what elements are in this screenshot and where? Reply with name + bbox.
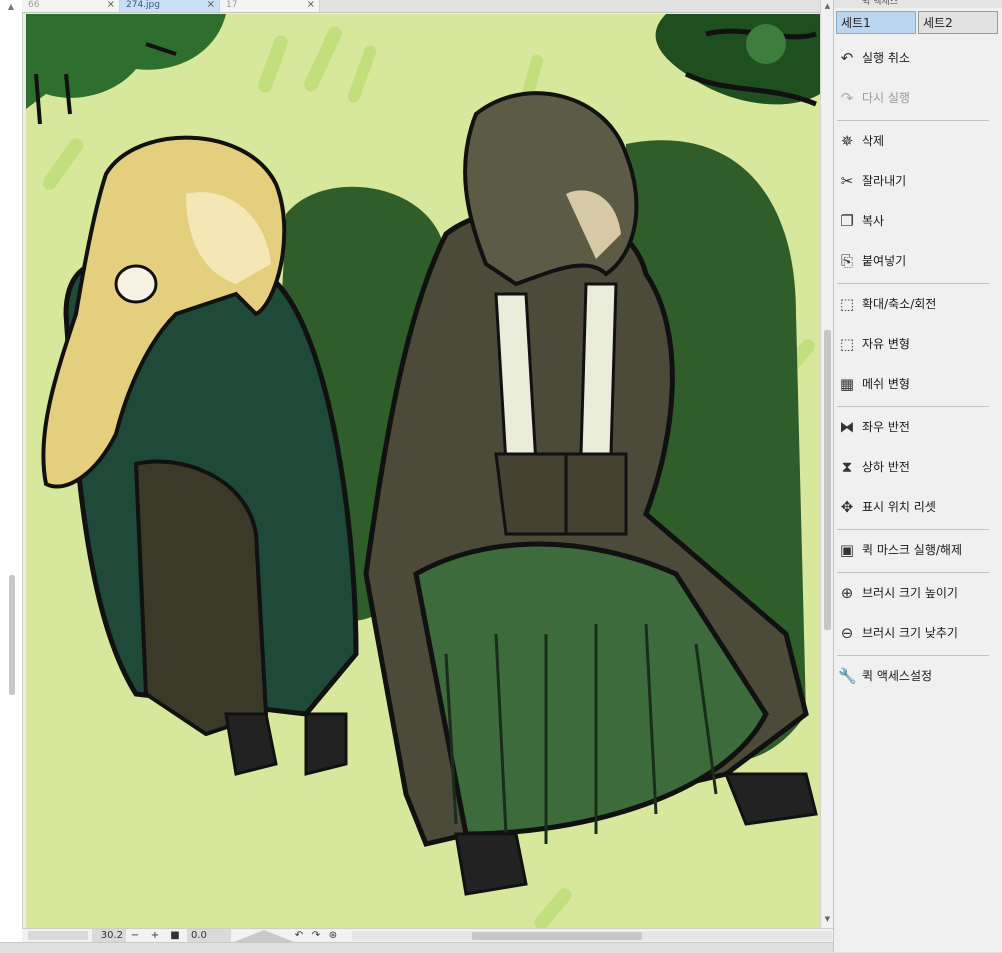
- undo-button[interactable]: ↶ 실행 취소: [834, 44, 1002, 72]
- redo-button[interactable]: ↷ 다시 실행: [834, 84, 1002, 112]
- flip-vertical-label: 상하 반전: [862, 460, 910, 474]
- copy-label: 복사: [862, 214, 885, 228]
- panel-title: 퀵 액세스: [834, 0, 1002, 8]
- canvas-vertical-scrollbar[interactable]: ▲ ▼: [820, 0, 834, 928]
- separator: [837, 529, 989, 530]
- brush-size-up-label: 브러시 크기 높이기: [862, 586, 958, 600]
- delete-button[interactable]: ✵ 삭제: [834, 127, 1002, 155]
- left-strip: ▲: [0, 0, 23, 952]
- separator: [837, 406, 989, 407]
- mesh-transform-label: 메쉬 변형: [862, 377, 910, 391]
- separator: [837, 655, 989, 656]
- quick-access-settings-label: 퀵 액세스설정: [862, 669, 933, 683]
- mesh-transform-icon: ▦: [839, 375, 855, 393]
- navigator-preview[interactable]: [28, 931, 88, 940]
- brush-size-down-icon: ⊖: [840, 624, 854, 642]
- left-scrollbar-thumb[interactable]: [9, 575, 15, 695]
- set-tab-2[interactable]: 세트2: [918, 11, 998, 34]
- rotate-right-icon[interactable]: ↷: [309, 929, 323, 942]
- copy-icon: ❐: [840, 212, 854, 230]
- close-icon[interactable]: ×: [107, 0, 115, 10]
- quick-mask-label: 퀵 마스크 실행/해제: [862, 543, 962, 557]
- paste-icon: ⎘: [840, 252, 853, 270]
- reset-display-position-label: 표시 위치 리셋: [862, 500, 936, 514]
- rotation-slider[interactable]: [234, 930, 294, 942]
- free-transform-icon: ⬚: [839, 335, 855, 353]
- brush-size-up-button[interactable]: ⊕ 브러시 크기 높이기: [834, 579, 1002, 607]
- flip-vertical-icon: ⧗: [841, 458, 853, 476]
- delete-label: 삭제: [862, 134, 885, 148]
- flip-horizontal-button[interactable]: ⧓ 좌우 반전: [834, 413, 1002, 441]
- redo-icon: ↷: [840, 89, 854, 107]
- redo-label: 다시 실행: [862, 91, 910, 105]
- scale-rotate-button[interactable]: ⬚ 확대/축소/회전: [834, 290, 1002, 318]
- rotate-left-icon[interactable]: ↶: [292, 929, 306, 942]
- undo-icon: ↶: [840, 49, 854, 67]
- tab-17[interactable]: 17 ×: [220, 0, 320, 12]
- quick-mask-icon: ▣: [839, 541, 855, 559]
- tab-label: 66: [28, 0, 40, 10]
- quick-mask-button[interactable]: ▣ 퀵 마스크 실행/해제: [834, 536, 1002, 564]
- drawing-canvas[interactable]: [26, 14, 820, 928]
- zoom-level[interactable]: 30.2: [92, 929, 126, 942]
- scale-rotate-label: 확대/축소/회전: [862, 297, 937, 311]
- tab-label: 274.jpg: [126, 0, 160, 10]
- scissors-icon: ✂: [840, 172, 854, 190]
- document-tab-bar: 66 × 274.jpg × 17 ×: [22, 0, 820, 13]
- scroll-up-arrow-icon[interactable]: ▲: [6, 2, 16, 12]
- artwork-illustration: [26, 14, 820, 928]
- close-icon[interactable]: ×: [307, 0, 315, 10]
- flip-vertical-button[interactable]: ⧗ 상하 반전: [834, 453, 1002, 481]
- reset-rotation-icon[interactable]: ⊛: [326, 929, 340, 942]
- paste-label: 붙여넣기: [862, 254, 907, 268]
- brush-size-up-icon: ⊕: [840, 584, 854, 602]
- fit-square-icon[interactable]: ■: [168, 929, 182, 942]
- separator: [837, 283, 989, 284]
- flip-horizontal-label: 좌우 반전: [862, 420, 910, 434]
- wrench-icon: 🔧: [838, 667, 857, 685]
- vertical-scroll-thumb[interactable]: [824, 330, 831, 630]
- separator: [837, 120, 989, 121]
- mesh-transform-button[interactable]: ▦ 메쉬 변형: [834, 370, 1002, 398]
- undo-label: 실행 취소: [862, 51, 910, 65]
- transform-icon: ⬚: [839, 295, 855, 313]
- brush-size-down-button[interactable]: ⊖ 브러시 크기 낮추기: [834, 619, 1002, 647]
- zoom-in-button[interactable]: +: [148, 929, 162, 942]
- horizontal-scroll-thumb[interactable]: [472, 932, 642, 940]
- rotation-angle[interactable]: 0.0: [187, 929, 231, 942]
- scroll-down-icon[interactable]: ▼: [823, 915, 832, 923]
- flip-horizontal-icon: ⧓: [839, 418, 855, 436]
- close-icon[interactable]: ×: [207, 0, 215, 10]
- free-transform-button[interactable]: ⬚ 자유 변형: [834, 330, 1002, 358]
- quick-access-panel: 퀵 액세스 세트1 세트2 ↶ 실행 취소 ↷ 다시 실행 ✵ 삭제 ✂ 잘라내…: [833, 0, 1002, 952]
- reset-position-icon: ✥: [840, 498, 854, 516]
- reset-display-position-button[interactable]: ✥ 표시 위치 리셋: [834, 493, 1002, 521]
- paste-button[interactable]: ⎘ 붙여넣기: [834, 247, 1002, 275]
- brush-size-down-label: 브러시 크기 낮추기: [862, 626, 958, 640]
- tab-274-jpg[interactable]: 274.jpg ×: [120, 0, 220, 12]
- set-tab-1[interactable]: 세트1: [836, 11, 916, 34]
- horizontal-scrollbar[interactable]: [352, 931, 832, 941]
- tab-66[interactable]: 66 ×: [22, 0, 120, 12]
- cut-button[interactable]: ✂ 잘라내기: [834, 167, 1002, 195]
- status-bar: 30.2 − + ■ 0.0 ↶ ↷ ⊛: [22, 928, 833, 943]
- delete-icon: ✵: [840, 132, 854, 150]
- free-transform-label: 자유 변형: [862, 337, 910, 351]
- separator: [837, 572, 989, 573]
- zoom-out-button[interactable]: −: [128, 929, 142, 942]
- scroll-up-icon[interactable]: ▲: [823, 2, 832, 10]
- quick-access-settings-button[interactable]: 🔧 퀵 액세스설정: [834, 662, 1002, 690]
- copy-button[interactable]: ❐ 복사: [834, 207, 1002, 235]
- tab-label: 17: [226, 0, 238, 10]
- cut-label: 잘라내기: [862, 174, 907, 188]
